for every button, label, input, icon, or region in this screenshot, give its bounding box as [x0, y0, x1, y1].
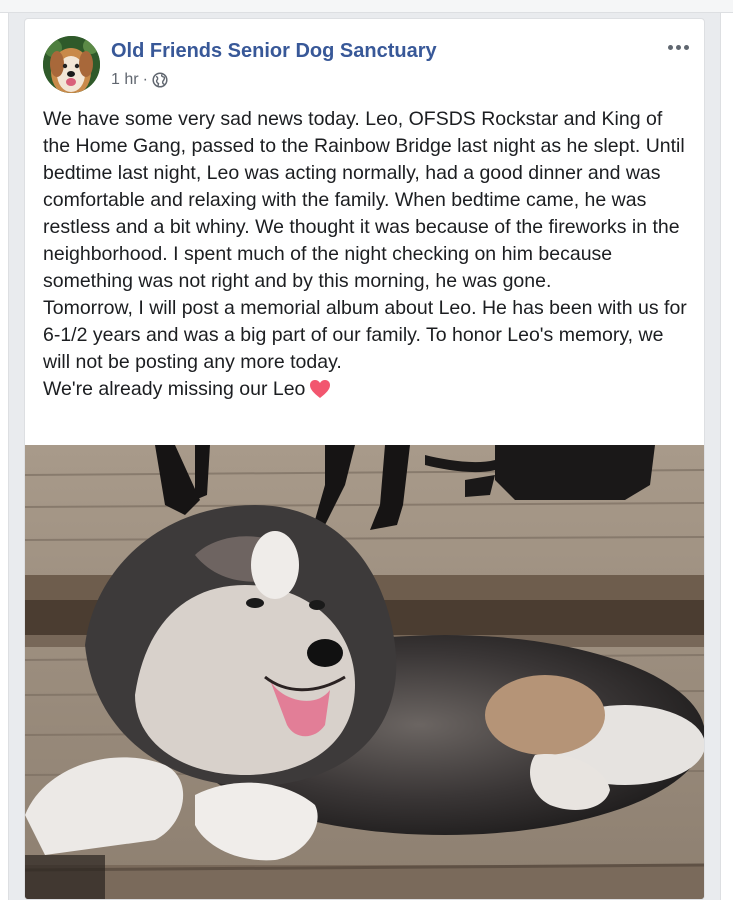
right-column-edge: [720, 13, 733, 900]
left-column-edge: [0, 13, 9, 900]
post-paragraph: Tomorrow, I will post a memorial album a…: [43, 297, 687, 373]
dog-photo-image: [25, 445, 704, 899]
post-header: Old Friends Senior Dog Sanctuary 1 hr ·: [25, 19, 704, 99]
post-paragraph-closing: We're already missing our Leo: [43, 376, 693, 407]
post-photo[interactable]: [25, 445, 704, 899]
top-background-strip: [0, 0, 733, 13]
dog-avatar-image: [43, 36, 100, 93]
post-card: Old Friends Senior Dog Sanctuary 1 hr · …: [24, 18, 705, 900]
meta-separator: ·: [142, 71, 148, 88]
more-options-icon: [667, 44, 673, 50]
page-avatar[interactable]: [43, 36, 100, 93]
heart-icon: [309, 379, 331, 407]
post-timestamp[interactable]: 1 hr: [111, 71, 139, 89]
more-options-button[interactable]: [664, 37, 692, 57]
post-meta: 1 hr ·: [111, 70, 168, 90]
page-name-link[interactable]: Old Friends Senior Dog Sanctuary: [111, 40, 437, 63]
post-body: We have some very sad news today. Leo, O…: [43, 106, 693, 407]
post-paragraph: We have some very sad news today. Leo, O…: [43, 108, 685, 292]
globe-icon[interactable]: [152, 72, 168, 88]
